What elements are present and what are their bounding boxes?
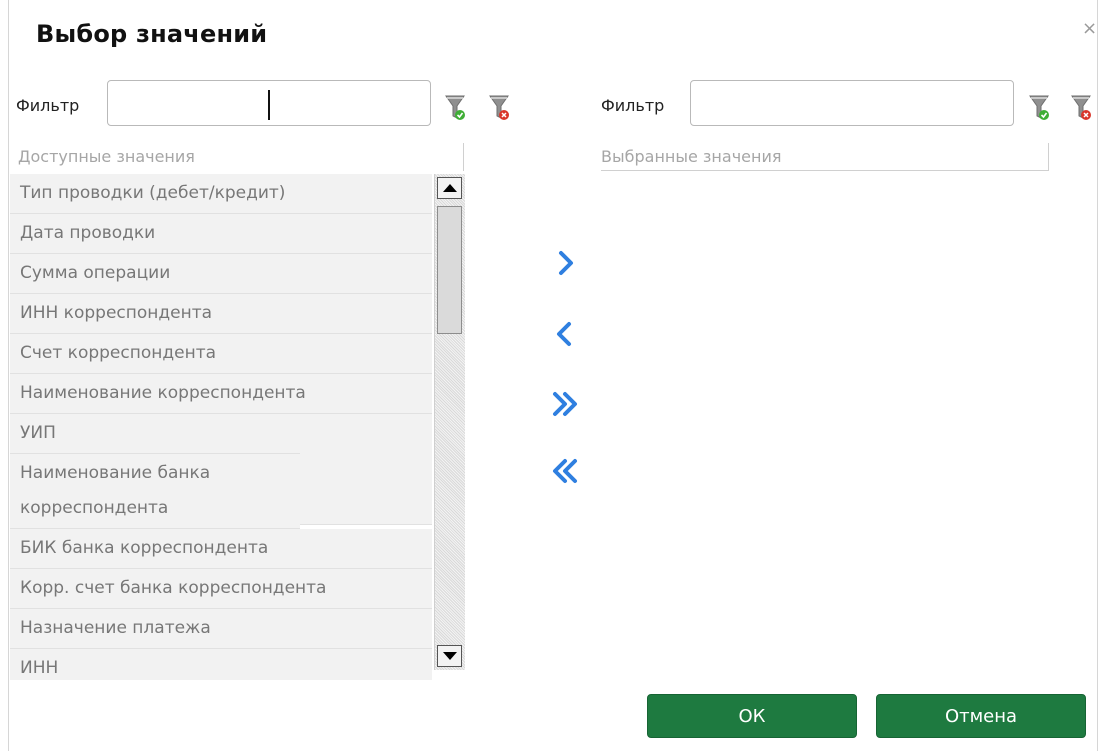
right-filter-label: Фильтр bbox=[601, 96, 665, 115]
text-caret bbox=[268, 90, 270, 120]
move-left-icon[interactable] bbox=[545, 314, 585, 354]
list-item[interactable]: УИП bbox=[10, 414, 432, 454]
apply-filter-icon[interactable] bbox=[444, 92, 468, 124]
scroll-down-button[interactable] bbox=[437, 645, 462, 667]
selected-values-header: Выбранные значения bbox=[601, 143, 1049, 171]
left-filter-label: Фильтр bbox=[16, 96, 80, 115]
scroll-up-button[interactable] bbox=[437, 177, 462, 199]
move-all-left-icon[interactable] bbox=[545, 451, 585, 491]
list-item[interactable]: Тип проводки (дебет/кредит) bbox=[10, 174, 432, 214]
list-item[interactable]: ИНН bbox=[10, 649, 432, 680]
apply-filter-icon[interactable] bbox=[1028, 92, 1052, 124]
clear-filter-icon[interactable] bbox=[488, 92, 512, 124]
list-item[interactable]: Назначение платежа bbox=[10, 609, 432, 649]
scroll-thumb[interactable] bbox=[437, 206, 462, 334]
arrow-down-icon bbox=[443, 652, 457, 660]
list-item[interactable]: Сумма операции bbox=[10, 254, 432, 294]
list-item-fill bbox=[300, 451, 432, 525]
list-item[interactable]: Наименование корреспондента bbox=[10, 374, 432, 414]
list-item[interactable]: Дата проводки bbox=[10, 214, 432, 254]
available-values-list: Тип проводки (дебет/кредит) Дата проводк… bbox=[10, 174, 432, 680]
clear-filter-icon[interactable] bbox=[1070, 92, 1094, 124]
arrow-up-icon bbox=[443, 184, 457, 192]
cancel-button[interactable]: Отмена bbox=[876, 694, 1086, 738]
move-right-icon[interactable] bbox=[545, 243, 585, 283]
list-item[interactable]: БИК банка корреспондента bbox=[10, 529, 432, 569]
ok-button[interactable]: ОК bbox=[647, 694, 857, 738]
list-item[interactable]: Наименование банка корреспондента bbox=[10, 454, 300, 529]
dialog-title: Выбор значений bbox=[36, 20, 268, 48]
list-item[interactable]: Счет корреспондента bbox=[10, 334, 432, 374]
close-icon[interactable]: × bbox=[1082, 18, 1097, 39]
right-filter-input[interactable] bbox=[690, 80, 1014, 126]
move-all-right-icon[interactable] bbox=[545, 384, 585, 424]
available-values-header: Доступные значения bbox=[18, 143, 464, 171]
list-item[interactable]: Корр. счет банка корреспондента bbox=[10, 569, 432, 609]
list-item[interactable]: ИНН корреспондента bbox=[10, 294, 432, 334]
